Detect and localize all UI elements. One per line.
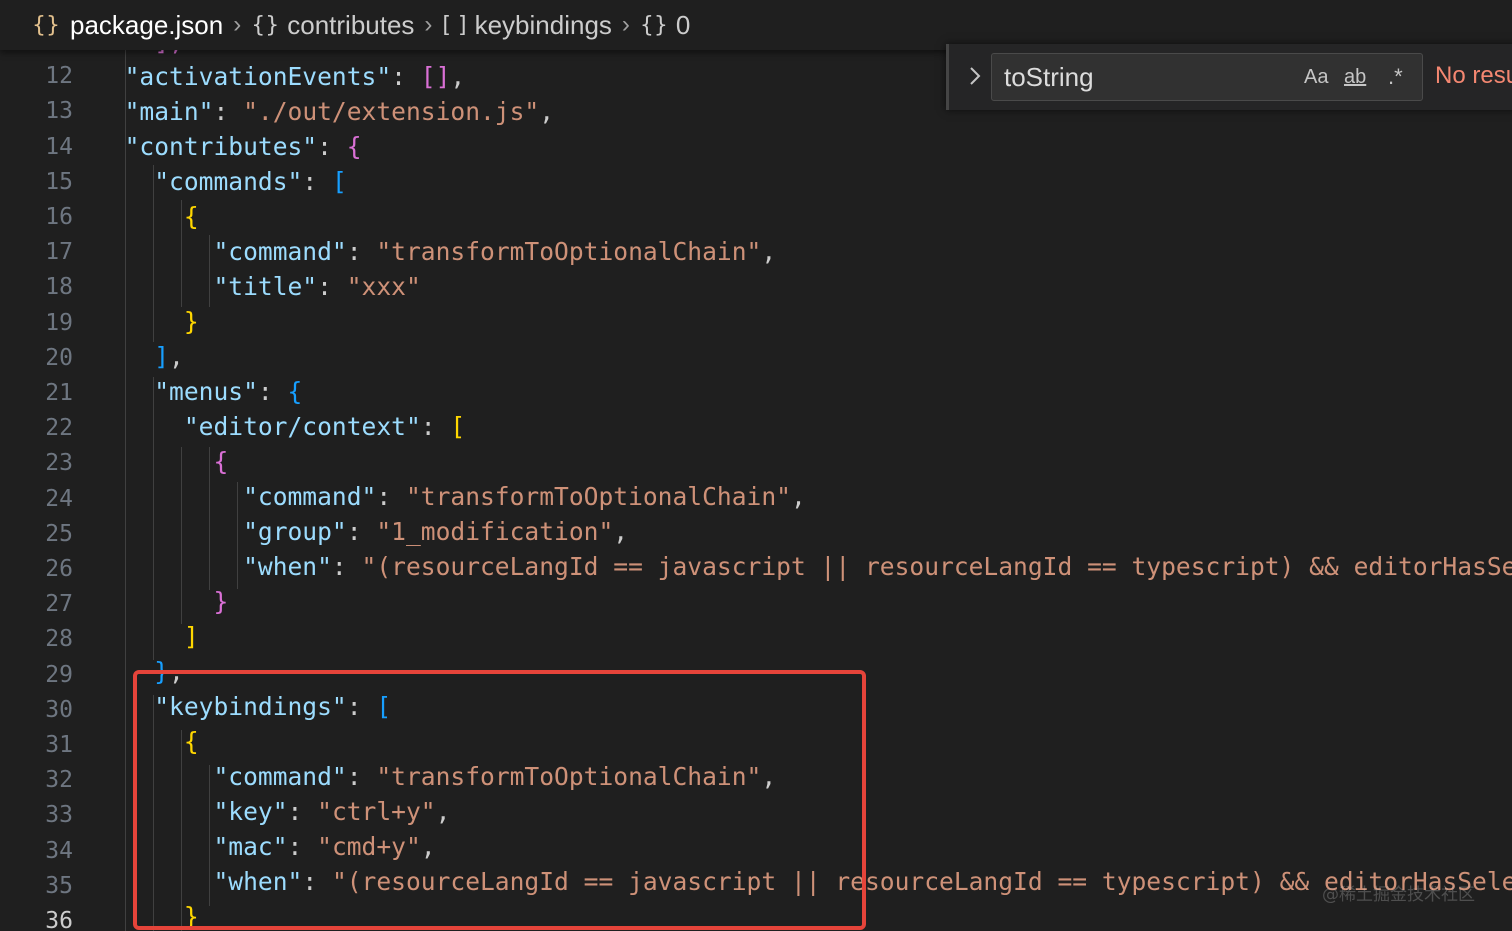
code-line-18[interactable]: "title": "xxx" (95, 269, 421, 304)
find-input-box: Aa ab .* (991, 53, 1423, 101)
json-key: "menus" (154, 377, 258, 406)
find-input[interactable] (1004, 60, 1284, 94)
json-value: "transformToOptionalChain" (405, 482, 791, 511)
code-line-24[interactable]: "command": "transformToOptionalChain", (95, 479, 806, 514)
code-line-21[interactable]: "menus": { (95, 374, 302, 409)
json-key: "group" (243, 517, 347, 546)
line-number: 34 (45, 837, 73, 864)
line-number: 31 (45, 732, 73, 758)
breadcrumb-item-contributes[interactable]: {} contributes (251, 10, 414, 41)
line-number: 32 (45, 767, 73, 794)
line-number: 27 (45, 591, 73, 618)
toggle-replace-button[interactable] (963, 58, 987, 94)
line-number: 26 (45, 556, 73, 582)
line-number: 35 (45, 872, 73, 899)
line-number: 18 (45, 274, 73, 301)
keybindings-highlight-box (133, 670, 866, 930)
code-line-20[interactable]: ], (95, 339, 184, 374)
breadcrumb: {} package.json › {} contributes › [ ] k… (0, 0, 1512, 50)
breadcrumb-label: keybindings (474, 9, 612, 40)
code-line-12[interactable]: "activationEvents": [], (95, 59, 466, 94)
json-key: "command" (213, 237, 347, 266)
json-key: "command" (243, 482, 377, 511)
line-number: 21 (45, 380, 73, 406)
code-line-16[interactable]: { (95, 199, 199, 234)
array-icon: [ ] (442, 12, 467, 38)
line-number: 22 (45, 415, 73, 442)
json-key: "activationEvents" (124, 62, 392, 91)
watermark: @稀土掘金技术社区 (1322, 885, 1475, 905)
match-case-toggle[interactable]: Aa (1304, 62, 1328, 92)
breadcrumb-label: contributes (287, 9, 415, 40)
code-line-15[interactable]: "commands": [ (95, 164, 347, 199)
line-number: 25 (45, 520, 73, 547)
breadcrumb-item-keybindings[interactable]: [ ] keybindings (442, 10, 611, 41)
line-number: 23 (45, 450, 73, 477)
editor-window: 1112131415161718192021222324252627282930… (0, 0, 1512, 931)
chevron-right-icon (970, 67, 981, 85)
breadcrumb-label: package.json (70, 9, 224, 40)
object-icon: {} (251, 12, 280, 38)
line-number: 30 (45, 696, 73, 723)
json-key: "contributes" (124, 132, 318, 161)
regex-toggle[interactable]: .* (1388, 62, 1403, 92)
json-value: "1_modification" (376, 517, 614, 546)
json-value: [] (420, 62, 451, 91)
json-key: "editor/context" (183, 412, 421, 441)
breadcrumb-item-index[interactable]: {} 0 (640, 10, 690, 41)
code-line-27[interactable]: } (95, 584, 228, 619)
json-value: "(resourceLangId == javascript || resour… (361, 552, 1512, 581)
code-line-26[interactable]: "when": "(resourceLangId == javascript |… (95, 549, 1512, 584)
code-line-14[interactable]: "contributes": { (95, 129, 362, 164)
code-line-13[interactable]: "main": "./out/extension.js", (95, 94, 554, 129)
line-number: 12 (45, 63, 73, 90)
code-line-17[interactable]: "command": "transformToOptionalChain", (95, 234, 776, 269)
json-key: "commands" (154, 167, 303, 196)
code-line-28[interactable]: ] (95, 619, 199, 654)
chevron-right-icon: › (621, 11, 630, 38)
find-result-status: No resu (1435, 62, 1512, 89)
json-key: "main" (124, 97, 214, 126)
code-line-25[interactable]: "group": "1_modification", (95, 514, 628, 549)
line-number: 24 (45, 485, 73, 512)
line-number: 29 (45, 661, 73, 688)
json-value: "transformToOptionalChain" (376, 237, 762, 266)
line-number: 36 (45, 908, 73, 931)
line-number: 20 (45, 344, 73, 371)
code-line-22[interactable]: "editor/context": [ (95, 409, 465, 444)
line-number: 33 (45, 802, 73, 829)
code-line-23[interactable]: { (95, 444, 228, 479)
code-line-19[interactable]: } (95, 304, 199, 339)
find-widget: Aa ab .* No resu (946, 44, 1512, 110)
json-key: "when" (243, 552, 332, 581)
json-value: "./out/extension.js" (243, 97, 540, 126)
line-number: 13 (45, 98, 73, 125)
line-number: 19 (45, 309, 73, 336)
line-number: 15 (45, 168, 73, 195)
line-number: 16 (45, 204, 73, 230)
object-icon: {} (639, 12, 668, 38)
chevron-right-icon: › (233, 11, 242, 38)
whole-word-toggle[interactable]: ab (1344, 62, 1366, 92)
chevron-right-icon: › (424, 11, 433, 38)
line-number: 17 (45, 239, 73, 266)
json-key: "title" (213, 272, 318, 301)
breadcrumb-label: 0 (675, 9, 691, 40)
breadcrumb-item-file[interactable]: {} package.json (32, 10, 223, 41)
line-number: 28 (45, 626, 73, 653)
json-value: "xxx" (346, 272, 421, 301)
line-number: 14 (45, 133, 73, 160)
json-file-icon: {} (32, 12, 60, 38)
line-number-gutter: 1112131415161718192021222324252627282930… (0, 0, 100, 931)
